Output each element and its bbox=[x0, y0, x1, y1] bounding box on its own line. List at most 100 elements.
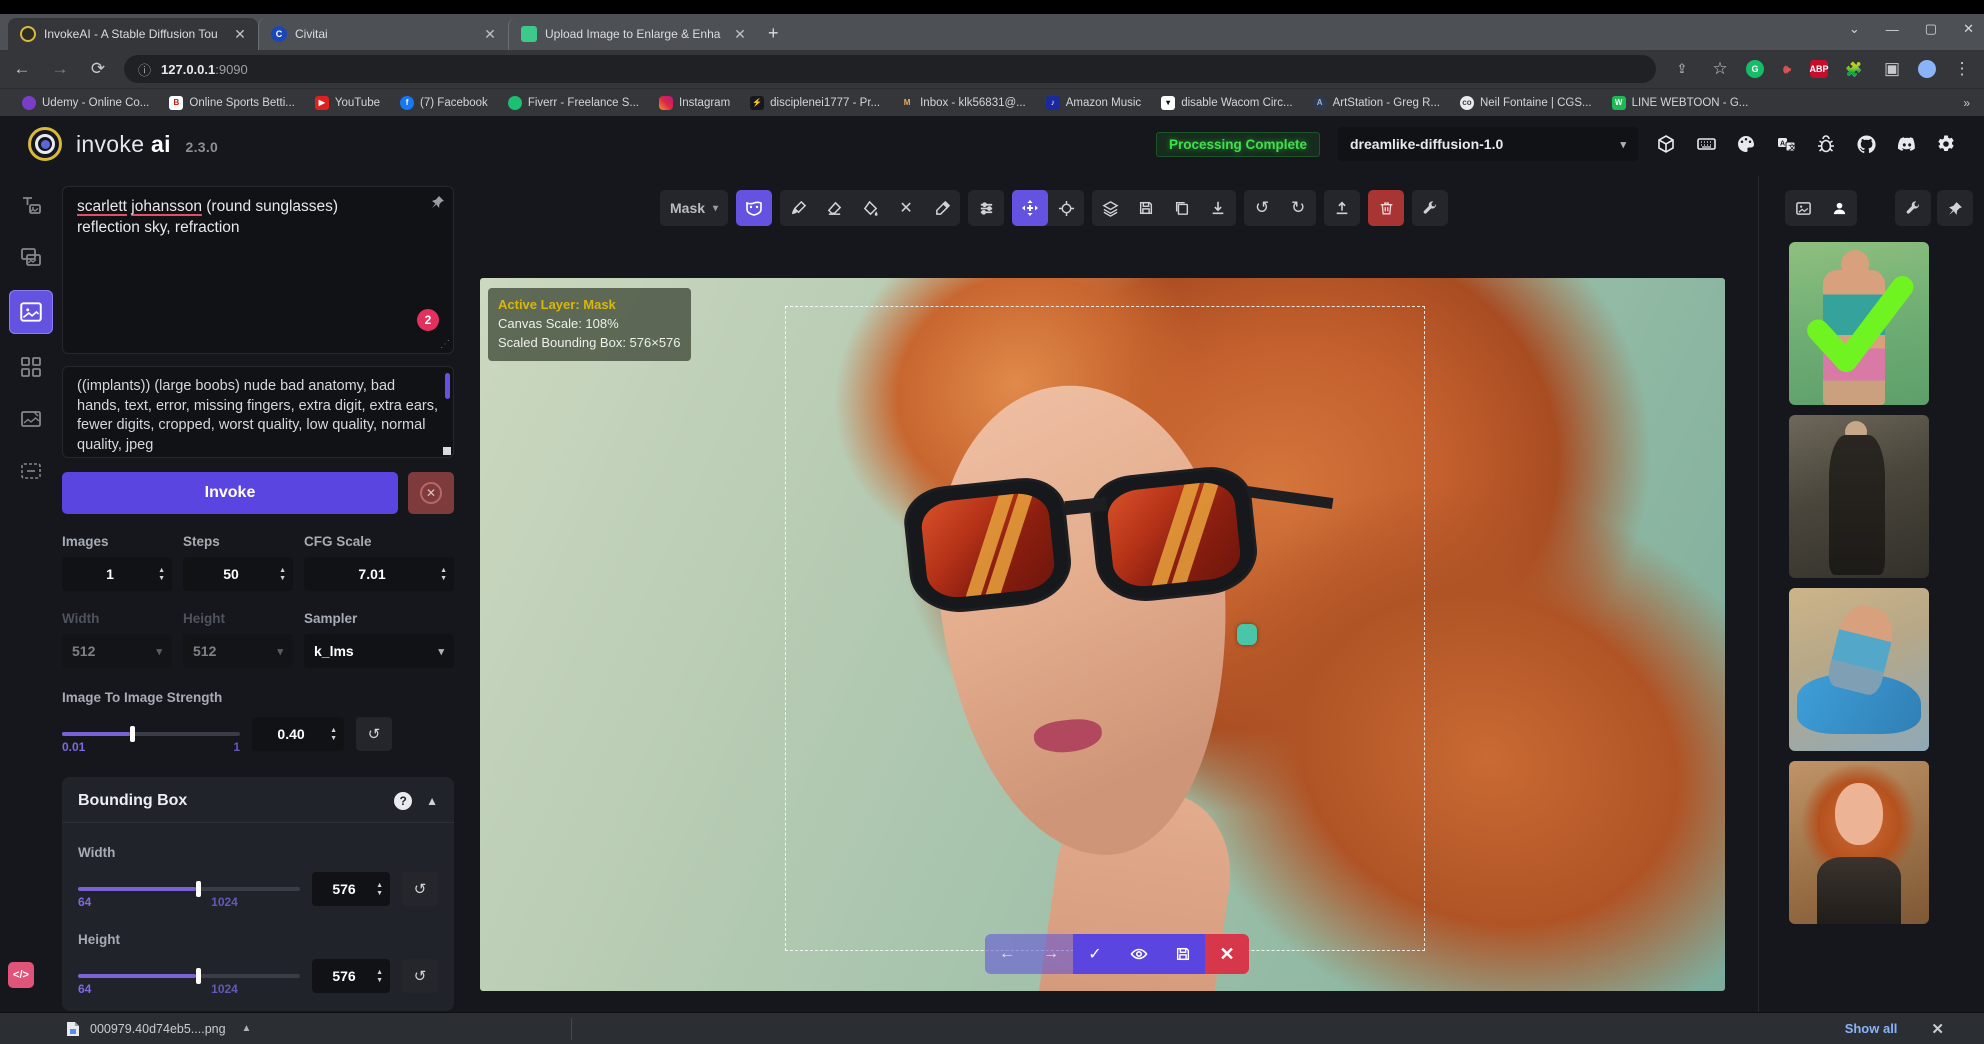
strength-input[interactable]: 0.40▲▼ bbox=[252, 717, 344, 751]
color-picker-button[interactable] bbox=[924, 190, 960, 226]
canvas-settings-wrench-button[interactable] bbox=[1412, 190, 1448, 226]
menu-kebab-icon[interactable]: ⋮ bbox=[1950, 59, 1974, 79]
download-image-button[interactable] bbox=[1200, 190, 1236, 226]
discard-image-button[interactable]: ✕ bbox=[1205, 934, 1249, 974]
eraser-button[interactable] bbox=[816, 190, 852, 226]
console-toggle-button[interactable]: </> bbox=[8, 962, 34, 988]
github-icon[interactable] bbox=[1856, 134, 1878, 154]
stepper-icons[interactable]: ▲▼ bbox=[330, 727, 344, 742]
back-button[interactable]: ← bbox=[10, 59, 34, 79]
tab-close-icon[interactable]: ✕ bbox=[232, 26, 248, 42]
gallery-pin-button[interactable] bbox=[1937, 190, 1973, 226]
fill-button[interactable] bbox=[852, 190, 888, 226]
upload-image-button[interactable] bbox=[1324, 190, 1360, 226]
scrollbar-thumb[interactable] bbox=[445, 373, 450, 399]
gallery-thumbnail[interactable] bbox=[1789, 761, 1929, 924]
resize-handle[interactable] bbox=[443, 447, 451, 455]
download-bar-close-icon[interactable]: ✕ bbox=[1931, 1020, 1944, 1038]
stepper-icons[interactable]: ▲▼ bbox=[440, 567, 454, 582]
gallery-images-button[interactable] bbox=[1785, 190, 1821, 226]
adblock-extension-icon[interactable]: ABP bbox=[1810, 60, 1828, 78]
gallery-thumbnail[interactable] bbox=[1789, 588, 1929, 751]
stepper-icons[interactable]: ▲▼ bbox=[279, 567, 293, 582]
strength-reset-button[interactable]: ↺ bbox=[356, 717, 392, 751]
tab-upload-image[interactable]: Upload Image to Enlarge & Enha ✕ bbox=[508, 18, 758, 50]
tab-image-to-image[interactable] bbox=[12, 238, 50, 276]
bookmarks-overflow-icon[interactable]: » bbox=[1963, 96, 1970, 110]
new-tab-button[interactable]: + bbox=[768, 23, 779, 44]
download-item[interactable]: 000979.40d74eb5....png ▲ bbox=[66, 1021, 251, 1037]
bbox-width-input[interactable]: 576▲▼ bbox=[312, 872, 390, 906]
stepper-icons[interactable]: ▲▼ bbox=[376, 969, 390, 984]
site-info-icon[interactable]: ⓘ bbox=[138, 60, 151, 79]
tab-close-icon[interactable]: ✕ bbox=[732, 26, 748, 42]
mute-extension-icon[interactable]: 🕪 bbox=[1778, 60, 1796, 78]
reading-list-icon[interactable]: ▣ bbox=[1880, 59, 1904, 79]
bbox-width-reset-button[interactable]: ↺ bbox=[402, 872, 438, 906]
mask-tool-button[interactable] bbox=[736, 190, 772, 226]
previous-image-button[interactable]: ← bbox=[985, 934, 1029, 974]
move-tool-button[interactable] bbox=[1012, 190, 1048, 226]
tab-text-to-image[interactable] bbox=[12, 186, 50, 224]
clear-canvas-button[interactable] bbox=[1368, 190, 1404, 226]
resize-handle[interactable]: ⋰ bbox=[440, 338, 450, 352]
model-select[interactable]: dreamlike-diffusion-1.0▾ bbox=[1338, 127, 1638, 161]
save-to-gallery-button[interactable] bbox=[1128, 190, 1164, 226]
reload-button[interactable]: ⟳ bbox=[86, 59, 110, 79]
brush-options-button[interactable] bbox=[968, 190, 1004, 226]
bbox-width-slider[interactable]: 64 1024 bbox=[78, 887, 300, 891]
cfg-scale-input[interactable]: 7.01▲▼ bbox=[304, 557, 454, 591]
tab-close-icon[interactable]: ✕ bbox=[482, 26, 498, 42]
bookmark-neil-fontaine[interactable]: coNeil Fontaine | CGS... bbox=[1452, 93, 1600, 113]
forward-button[interactable]: → bbox=[48, 59, 72, 79]
stepper-icons[interactable]: ▲▼ bbox=[158, 567, 172, 582]
model-manager-icon[interactable] bbox=[1656, 134, 1678, 154]
redo-button[interactable]: ↻ bbox=[1280, 190, 1316, 226]
tab-post-processing[interactable] bbox=[12, 400, 50, 438]
accept-image-button[interactable]: ✓ bbox=[1073, 934, 1117, 974]
layer-select[interactable]: Mask▾ bbox=[660, 190, 728, 226]
bookmark-amazon-music[interactable]: ♪Amazon Music bbox=[1038, 93, 1149, 113]
merge-layers-button[interactable] bbox=[1092, 190, 1128, 226]
minimize-button[interactable]: — bbox=[1886, 22, 1899, 37]
hotkeys-keyboard-icon[interactable] bbox=[1696, 134, 1718, 154]
images-input[interactable]: 1▲▼ bbox=[62, 557, 172, 591]
gallery-uploads-button[interactable] bbox=[1821, 190, 1857, 226]
slider-thumb[interactable] bbox=[196, 881, 201, 897]
gallery-thumbnail-selected[interactable] bbox=[1789, 242, 1929, 405]
tab-training[interactable] bbox=[12, 452, 50, 490]
language-icon[interactable]: A文 bbox=[1776, 134, 1798, 154]
bookmark-webtoon[interactable]: WLINE WEBTOON - G... bbox=[1604, 93, 1757, 113]
bounding-box-region[interactable] bbox=[785, 306, 1425, 951]
bbox-height-slider[interactable]: 64 1024 bbox=[78, 974, 300, 978]
slider-thumb[interactable] bbox=[130, 726, 135, 742]
bookmark-udemy[interactable]: Udemy - Online Co... bbox=[14, 93, 157, 113]
bookmark-instagram[interactable]: Instagram bbox=[651, 93, 738, 113]
bookmark-star-icon[interactable]: ☆ bbox=[1708, 59, 1732, 79]
clear-mask-button[interactable]: ✕ bbox=[888, 190, 924, 226]
bookmark-youtube[interactable]: ▶YouTube bbox=[307, 93, 388, 113]
reset-view-button[interactable] bbox=[1048, 190, 1084, 226]
bookmark-disciplenei[interactable]: ⚡disciplenei1777 - Pr... bbox=[742, 93, 888, 113]
close-window-button[interactable]: ✕ bbox=[1963, 21, 1974, 37]
tab-nodes[interactable] bbox=[12, 348, 50, 386]
gallery-thumbnail[interactable] bbox=[1789, 415, 1929, 578]
slider-thumb[interactable] bbox=[196, 968, 201, 984]
help-icon[interactable]: ? bbox=[394, 792, 412, 810]
show-all-link[interactable]: Show all bbox=[1845, 1021, 1898, 1036]
gallery-settings-button[interactable] bbox=[1895, 190, 1931, 226]
cancel-button[interactable]: ✕ bbox=[408, 472, 454, 514]
next-image-button[interactable]: → bbox=[1029, 934, 1073, 974]
brush-button[interactable] bbox=[780, 190, 816, 226]
bookmark-fiverr[interactable]: Fiverr - Freelance S... bbox=[500, 93, 647, 113]
undo-button[interactable]: ↺ bbox=[1244, 190, 1280, 226]
settings-gear-icon[interactable] bbox=[1936, 134, 1958, 154]
extensions-puzzle-icon[interactable]: 🧩 bbox=[1842, 61, 1866, 78]
download-menu-chevron[interactable]: ▲ bbox=[242, 1023, 252, 1034]
steps-input[interactable]: 50▲▼ bbox=[183, 557, 293, 591]
grammarly-extension-icon[interactable]: G bbox=[1746, 60, 1764, 78]
bug-report-icon[interactable] bbox=[1816, 134, 1838, 154]
pin-icon[interactable] bbox=[431, 195, 445, 209]
negative-prompt-input[interactable]: ((implants)) (large boobs) nude bad anat… bbox=[62, 366, 454, 458]
collapse-chevron-icon[interactable]: ▲ bbox=[426, 794, 438, 808]
